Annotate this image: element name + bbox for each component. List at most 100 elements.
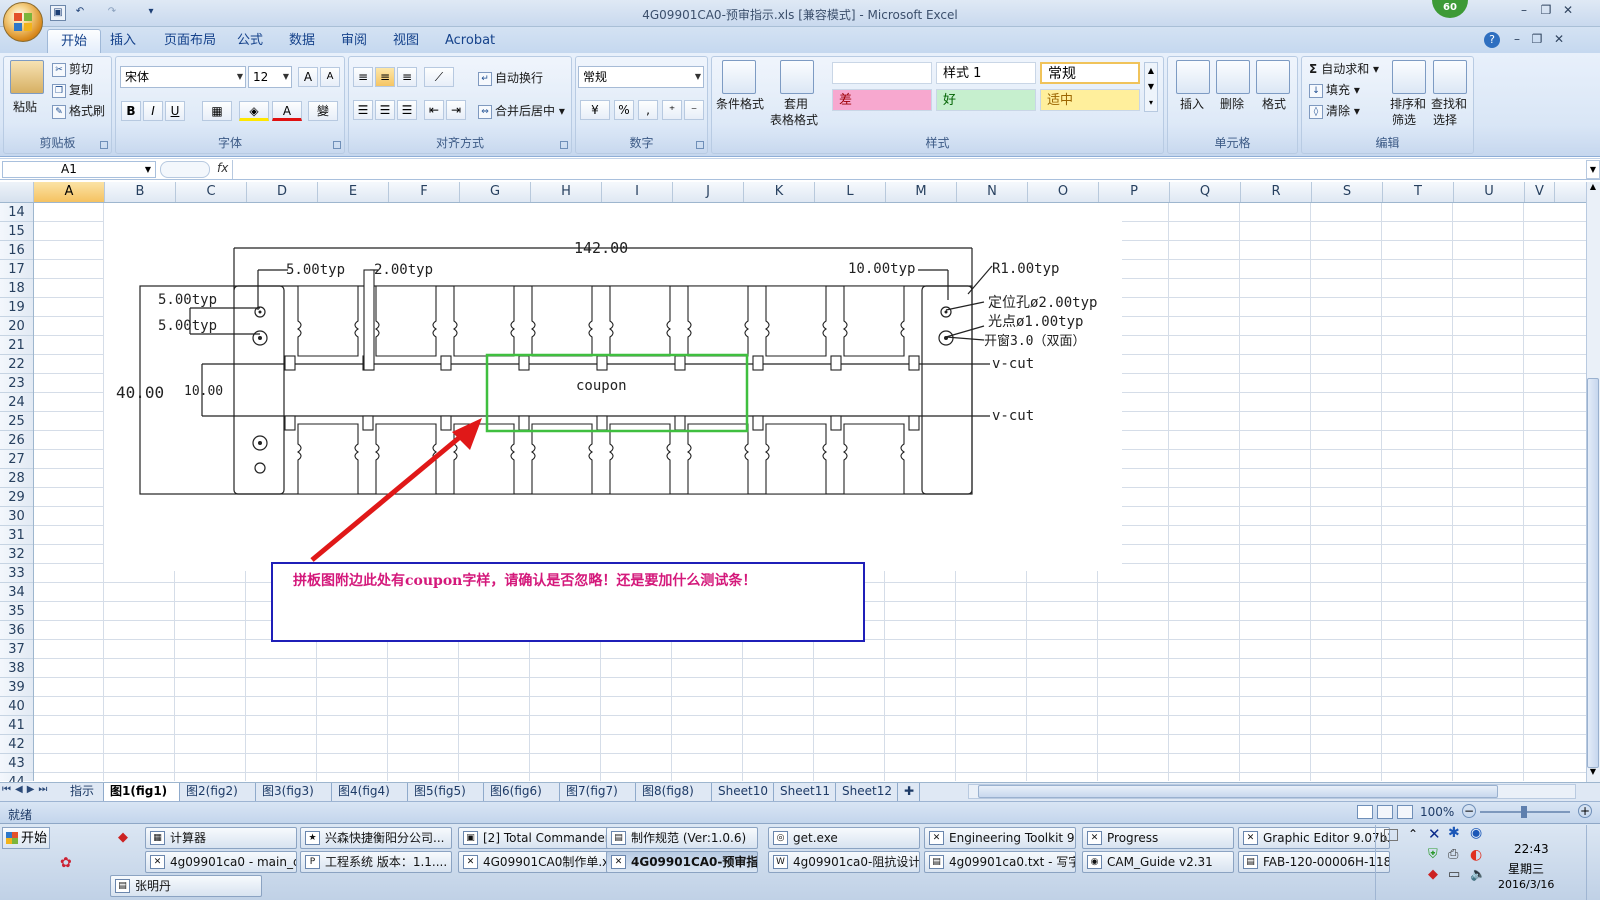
light-point-label: 光点ø1.00typ — [988, 314, 1083, 330]
sheet-tab[interactable]: 图4(fig4) — [332, 783, 408, 801]
tray-expand-icon[interactable]: ⌃ — [1408, 827, 1418, 841]
horizontal-scroll-thumb[interactable] — [978, 785, 1498, 798]
taskbar-button[interactable]: ✕ Engineering Toolkit 9.0... — [924, 827, 1076, 849]
vertical-scroll-thumb[interactable] — [1587, 378, 1599, 768]
taskbar-button[interactable]: P 工程系统 版本：1.1.... — [300, 851, 452, 873]
zoom-in-icon[interactable]: + — [1578, 804, 1592, 818]
keyboard-icon[interactable] — [1384, 829, 1398, 841]
taskbar-label: get.exe — [793, 831, 838, 845]
pcb-unit-outline — [843, 423, 905, 495]
taskbar-button[interactable]: ✕ 4g09901ca0 - main_qa — [145, 851, 297, 873]
security-shield-icon[interactable]: ⛨ — [1428, 847, 1438, 862]
sheet-tab[interactable]: 图8(fig8) — [636, 783, 712, 801]
scroll-up-arrow[interactable]: ▲ — [1587, 182, 1599, 196]
taskbar-button[interactable]: ▦ 计算器 — [145, 827, 297, 849]
vcut-label-top: v-cut — [992, 356, 1034, 372]
comment-box[interactable]: 拼板图附边此处有coupon字样，请确认是否忽略！还是要加什么测试条！ — [271, 562, 865, 642]
taskbar-button[interactable]: ▤ 4g09901ca0.txt - 写字板 — [924, 851, 1076, 873]
quick-launch-icon[interactable]: ✿ — [60, 855, 80, 873]
slot-2mm — [363, 269, 375, 371]
insert-sheet-icon[interactable]: ✚ — [898, 783, 920, 801]
sheet-tab[interactable]: 图6(fig6) — [484, 783, 560, 801]
breakaway-tab — [284, 355, 296, 371]
display-icon[interactable]: ▭ — [1448, 867, 1460, 882]
scroll-down-arrow[interactable]: ▼ — [1587, 767, 1599, 781]
page-break-view-icon[interactable] — [1397, 805, 1413, 819]
clock-time[interactable]: 22:43 — [1514, 842, 1549, 856]
app-icon: ★ — [305, 831, 320, 845]
office-button[interactable] — [3, 2, 43, 42]
taskbar-label: 4G09901CA0-预审指... — [631, 855, 758, 869]
normal-view-icon[interactable] — [1357, 805, 1373, 819]
taskbar-button[interactable]: ◉ CAM_Guide v2.31 — [1082, 851, 1234, 873]
taskbar-button[interactable]: W 4g09901ca0-阻抗设计(... — [768, 851, 920, 873]
vcut-label-bottom: v-cut — [992, 408, 1034, 424]
zoom-slider-thumb[interactable] — [1521, 806, 1527, 818]
app-icon: ✕ — [611, 855, 626, 869]
tray-app-icon[interactable]: ◉ — [1470, 825, 1482, 841]
taskbar-label: Engineering Toolkit 9.0... — [949, 831, 1075, 845]
taskbar-button[interactable]: ◎ get.exe — [768, 827, 920, 849]
dim-142-label: 142.00 — [574, 239, 628, 257]
breakaway-tab — [518, 355, 530, 371]
taskbar-label: 计算器 — [170, 831, 207, 845]
taskbar-label: 4g09901ca0 - main_qa — [170, 855, 297, 869]
sheet-tab[interactable]: 图7(fig7) — [560, 783, 636, 801]
taskbar-button[interactable]: ▤ FAB-120-00006H-118R ... — [1238, 851, 1390, 873]
system-tray: ⌃ ✕ ✱ ◉ ⛨ ⎙ ◐ ◆ ▭ 🔈 22:43 星期三 2016/3/16 — [1375, 825, 1600, 900]
sheet-tab[interactable]: 指示 — [64, 783, 104, 801]
pcb-unit-outline — [765, 285, 827, 357]
sheet-tab[interactable]: 图1(fig1) — [104, 783, 180, 801]
breakaway-tab — [908, 415, 920, 431]
zoom-out-icon[interactable]: − — [1462, 804, 1476, 818]
sheet-tab[interactable]: 图2(fig2) — [180, 783, 256, 801]
window-leader — [945, 336, 985, 341]
taskbar-button[interactable]: ★ 兴森快捷衡阳分公司... — [300, 827, 452, 849]
taskbar-button[interactable]: ✕ Progress — [1082, 827, 1234, 849]
clock-day[interactable]: 星期三 — [1508, 860, 1544, 877]
breakaway-tab — [674, 355, 686, 371]
taskbar-label: Progress — [1107, 831, 1159, 845]
taskbar-label: 4g09901ca0-阻抗设计(... — [793, 855, 920, 869]
taskbar-button[interactable]: ▣ [2] Total Commander 7.... — [458, 827, 610, 849]
sheet-tab[interactable]: Sheet10 — [712, 783, 774, 801]
sheet-tab[interactable]: 图3(fig3) — [256, 783, 332, 801]
taskbar-button[interactable]: ▤ 制作规范 (Ver:1.0.6) — [606, 827, 758, 849]
tray-app-x-icon[interactable]: ✕ — [1428, 825, 1441, 843]
sheet-nav-arrows[interactable]: ⏮◀▶⏭ — [2, 784, 51, 795]
sheet-tab[interactable]: Sheet11 — [774, 783, 836, 801]
quick-launch-app-icon[interactable]: ◆ — [118, 830, 136, 848]
app-icon: ✕ — [150, 855, 165, 869]
taskbar-button[interactable]: ✕ Graphic Editor 9.07b2 (... — [1238, 827, 1390, 849]
taskbar-button[interactable]: ▤ 张明丹 — [110, 875, 262, 897]
r1-label: R1.00typ — [992, 261, 1059, 277]
breakaway-tab — [830, 415, 842, 431]
breakaway-tab — [752, 415, 764, 431]
bluetooth-icon[interactable]: ✱ — [1448, 825, 1460, 841]
pcb-unit-outline — [609, 423, 671, 495]
app-icon: ▤ — [1243, 855, 1258, 869]
show-desktop-button[interactable] — [1586, 825, 1600, 900]
volume-icon[interactable]: 🔈 — [1470, 867, 1486, 882]
clock-date[interactable]: 2016/3/16 — [1498, 878, 1554, 891]
breakaway-tab — [596, 355, 608, 371]
taskbar-button[interactable]: ✕ 4G09901CA0-预审指... — [606, 851, 758, 873]
dim-2-label: 2.00typ — [374, 262, 433, 278]
tray-app-2-icon[interactable]: ◆ — [1428, 867, 1438, 882]
sheet-tab[interactable]: 图5(fig5) — [408, 783, 484, 801]
zoom-level[interactable]: 100% — [1420, 805, 1454, 819]
app-icon: ▤ — [929, 855, 944, 869]
pcb-unit-outline — [609, 285, 671, 357]
app-icon: ▤ — [115, 879, 130, 893]
sheet-tab[interactable]: Sheet12 — [836, 783, 898, 801]
browser-tray-icon[interactable]: ◐ — [1470, 847, 1482, 863]
taskbar-button[interactable]: ✕ 4G09901CA0制作单.xls... — [458, 851, 610, 873]
start-button[interactable]: 开始 — [2, 827, 50, 849]
hole-5-b-label: 5.00typ — [158, 318, 217, 334]
network-icon[interactable]: ⎙ — [1448, 847, 1458, 862]
page-layout-view-icon[interactable] — [1377, 805, 1393, 819]
pcb-unit-outline — [687, 423, 749, 495]
panel-drawing[interactable]: 142.00 5.00typ 2.00typ 10.00typ R1.00typ… — [0, 0, 1600, 900]
pcb-unit-outline — [375, 285, 437, 357]
breakaway-tab — [674, 415, 686, 431]
